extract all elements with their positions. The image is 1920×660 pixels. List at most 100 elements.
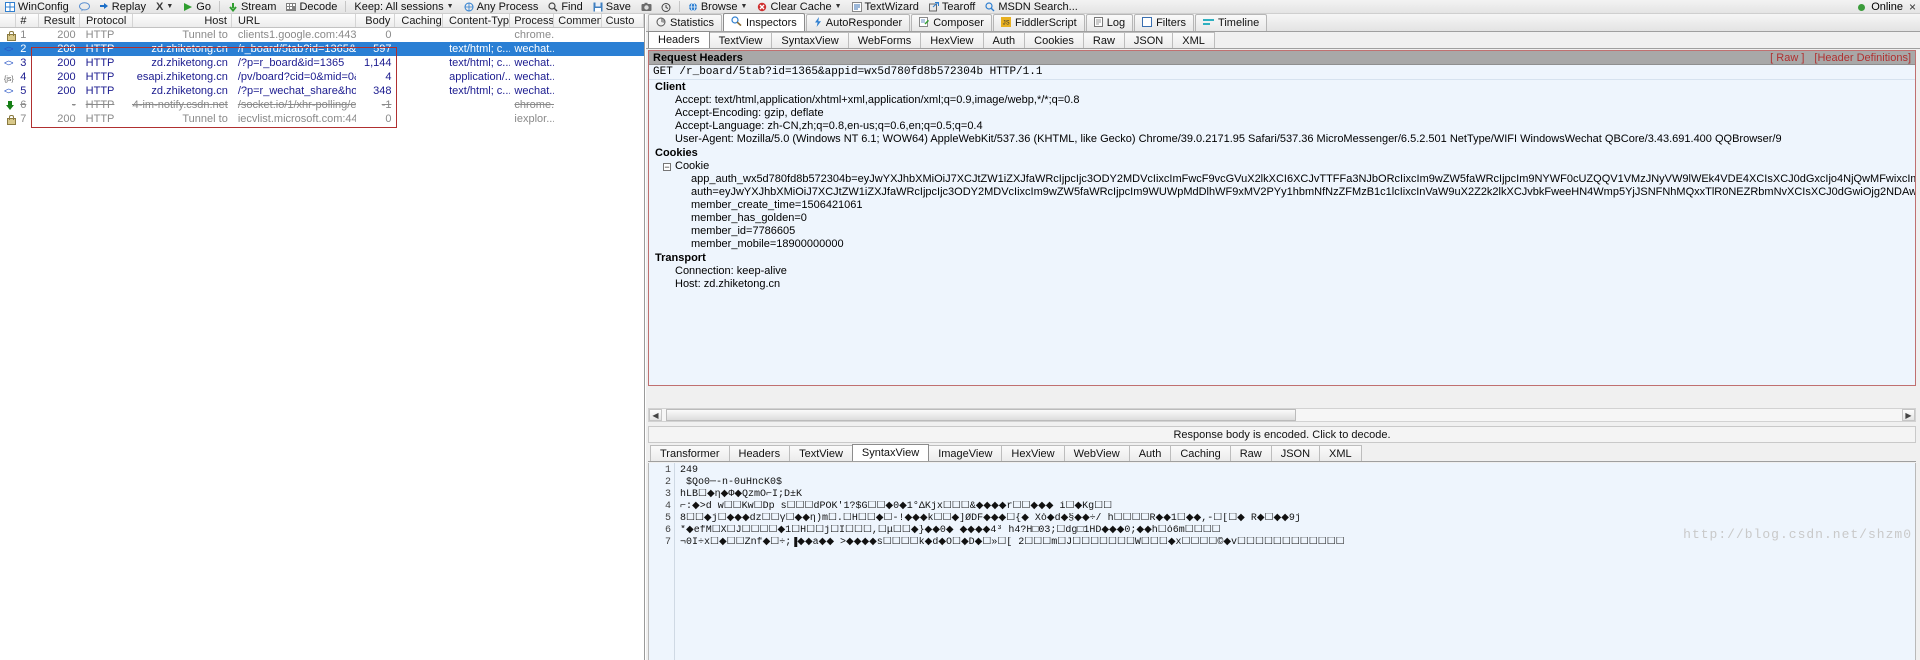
request-horizontal-scrollbar[interactable]: ◀ ▶ [648, 408, 1916, 422]
scrollbar-thumb[interactable] [666, 409, 1296, 421]
toolbar-screenshot-button[interactable] [636, 0, 656, 14]
response-tab-webview[interactable]: WebView [1064, 445, 1130, 461]
table-row[interactable]: 7 200 HTTP Tunnel to iecvlist.microsoft.com:… [0, 112, 644, 126]
toolbar-stream-button[interactable]: Stream [223, 0, 281, 14]
toolbar-tearoff-button[interactable]: Tearoff [924, 0, 980, 14]
toolbar-remove-button[interactable]: X ▼ [151, 0, 178, 14]
toolbar-browse-button[interactable]: Browse ▼ [683, 0, 753, 14]
toolbar-save-button[interactable]: Save [588, 0, 636, 14]
toolbar-replay-button[interactable]: Replay [94, 0, 151, 14]
toolbar-comment-button[interactable] [74, 0, 94, 14]
tab-composer[interactable]: Composer [911, 14, 992, 31]
chevron-down-icon-keep[interactable]: ▼ [447, 3, 454, 10]
tab-statistics[interactable]: Statistics [648, 14, 722, 31]
decode-notice-bar[interactable]: Response body is encoded. Click to decod… [648, 426, 1916, 443]
toolbar-any-process-button[interactable]: Any Process [459, 0, 544, 14]
session-list[interactable]: # Result Protocol Host URL Body Caching … [0, 14, 645, 660]
cookie-tree-label: Cookie [675, 160, 709, 173]
response-tab-imageview[interactable]: ImageView [928, 445, 1002, 461]
cookie-tree-node[interactable]: − Cookie [649, 160, 1915, 173]
response-tab-transformer[interactable]: Transformer [650, 445, 730, 461]
row-number: 1 [16, 28, 39, 42]
column-header-result[interactable]: Result [39, 14, 80, 27]
response-tab-xml[interactable]: XML [1319, 445, 1362, 461]
row-content-type: text/html; c... [443, 84, 510, 98]
column-header-protocol[interactable]: Protocol [80, 14, 133, 27]
scroll-right-icon[interactable]: ▶ [1902, 409, 1915, 421]
request-tab-xml[interactable]: XML [1172, 32, 1215, 48]
response-tab-textview[interactable]: TextView [789, 445, 853, 461]
response-tab-headers[interactable]: Headers [729, 445, 791, 461]
row-caching [395, 56, 443, 70]
column-header-custom[interactable]: Custo [602, 14, 644, 27]
toolbar-clear-cache-button[interactable]: Clear Cache ▼ [752, 0, 846, 14]
request-tab-bar[interactable]: Headers TextView SyntaxView WebForms HexView… [646, 32, 1920, 49]
tab-label: AutoResponder [826, 17, 902, 29]
column-header-number[interactable]: # [16, 14, 39, 27]
toolbar-textwizard-button[interactable]: TextWizard [847, 0, 924, 14]
response-tab-syntaxview[interactable]: SyntaxView [852, 444, 929, 461]
tab-fiddlerscript[interactable]: JS FiddlerScript [993, 14, 1085, 31]
main-tab-bar[interactable]: Statistics Inspectors AutoResponder Compose… [646, 14, 1920, 32]
response-body-text[interactable]: 249          $Qo◆ 0─-n-◆◆ 0◆uHncK◆◆◆◆0$… [675, 463, 1915, 660]
table-row[interactable]: {js} 4 200 HTTP esapi.zhiketong.cn/pv/board?… [0, 70, 644, 84]
toolbar-find-button[interactable]: Find [543, 0, 587, 14]
tab-timeline[interactable]: Timeline [1195, 14, 1267, 31]
tab-autoresponder[interactable]: AutoResponder [806, 14, 910, 31]
response-tab-hexview[interactable]: HexView [1001, 445, 1064, 461]
toolbar-msdn-search-button[interactable]: MSDN Search... [980, 0, 1082, 14]
table-row[interactable]: <> 5 200 HTTP zd.zhiketong.cn /?p=r_wechat_sh… [0, 84, 644, 98]
scroll-left-icon[interactable]: ◀ [649, 409, 662, 421]
row-url: /?p=r_board&id=1365 [232, 56, 357, 70]
request-tab-raw[interactable]: Raw [1083, 32, 1125, 48]
request-tab-syntaxview[interactable]: SyntaxView [771, 32, 848, 48]
column-header-content-type[interactable]: Content-Type [443, 14, 510, 27]
response-tab-raw[interactable]: Raw [1230, 445, 1272, 461]
table-row[interactable]: 1 200 HTTP Tunnel to clients1.google.com:443… [0, 28, 644, 42]
tab-inspectors[interactable]: Inspectors [723, 13, 805, 31]
chevron-down-icon-browse[interactable]: ▼ [741, 3, 748, 10]
header-definitions-link[interactable]: [Header Definitions] [1814, 52, 1911, 64]
column-header-comments[interactable]: Comments [554, 14, 601, 27]
row-type-icon-cell [0, 28, 16, 42]
column-header-caching[interactable]: Caching [395, 14, 443, 27]
response-tab-bar[interactable]: Transformer Headers TextView SyntaxView Imag… [648, 445, 1916, 462]
chevron-down-icon[interactable]: ▼ [166, 3, 173, 10]
toolbar-winconfig-button[interactable]: WinConfig [0, 0, 74, 14]
column-header-host[interactable]: Host [133, 14, 232, 27]
request-tab-auth[interactable]: Auth [983, 32, 1026, 48]
toolbar-go-button[interactable]: Go [178, 0, 216, 14]
request-tab-headers[interactable]: Headers [648, 31, 710, 48]
toolbar-decode-button[interactable]: Decode [281, 0, 342, 14]
toolbar-timer-button[interactable] [656, 0, 676, 14]
column-header-body[interactable]: Body [356, 14, 395, 27]
table-row[interactable]: <> 2 200 HTTP zd.zhiketong.cn/r_board/5tab?i… [0, 42, 644, 56]
row-protocol: HTTP [80, 84, 133, 98]
request-tab-cookies[interactable]: Cookies [1024, 32, 1084, 48]
column-header-url[interactable]: URL [232, 14, 356, 27]
line-number: 1 [649, 465, 671, 477]
response-tab-caching[interactable]: Caching [1170, 445, 1230, 461]
request-tab-hexview[interactable]: HexView [920, 32, 983, 48]
row-custom [602, 56, 644, 70]
tab-filters[interactable]: Filters [1134, 14, 1194, 31]
table-row[interactable]: <> 3 200 HTTP zd.zhiketong.cn /?p=r_board&id=… [0, 56, 644, 70]
collapse-toggle-icon[interactable]: − [663, 163, 671, 171]
raw-link[interactable]: [ Raw ] [1770, 52, 1804, 64]
response-body-panel[interactable]: 1234567 249          $Qo◆ 0─-n-◆◆ 0◆uHn… [648, 463, 1916, 660]
request-tab-json[interactable]: JSON [1124, 32, 1173, 48]
chevron-down-icon-cache[interactable]: ▼ [835, 3, 842, 10]
response-tab-auth[interactable]: Auth [1129, 445, 1172, 461]
close-icon[interactable]: × [1909, 0, 1916, 14]
column-header-icon[interactable] [0, 14, 16, 27]
tab-log[interactable]: Log [1086, 14, 1133, 31]
column-header-process[interactable]: Process [510, 14, 554, 27]
request-tab-textview[interactable]: TextView [709, 32, 773, 48]
header-row: app_auth_wx5d780fd8b572304b=eyJwYXJhbXMi… [649, 173, 1915, 186]
request-tab-webforms[interactable]: WebForms [848, 32, 922, 48]
table-row[interactable]: 6 - HTTP s4-im-notify.csdn.net/socket.io/1/… [0, 98, 644, 112]
row-url: iecvlist.microsoft.com:443 [232, 112, 357, 126]
toolbar-keep-sessions-dropdown[interactable]: Keep: All sessions ▼ [349, 0, 458, 14]
scrollbar-track[interactable] [662, 409, 1902, 421]
response-tab-json[interactable]: JSON [1271, 445, 1320, 461]
